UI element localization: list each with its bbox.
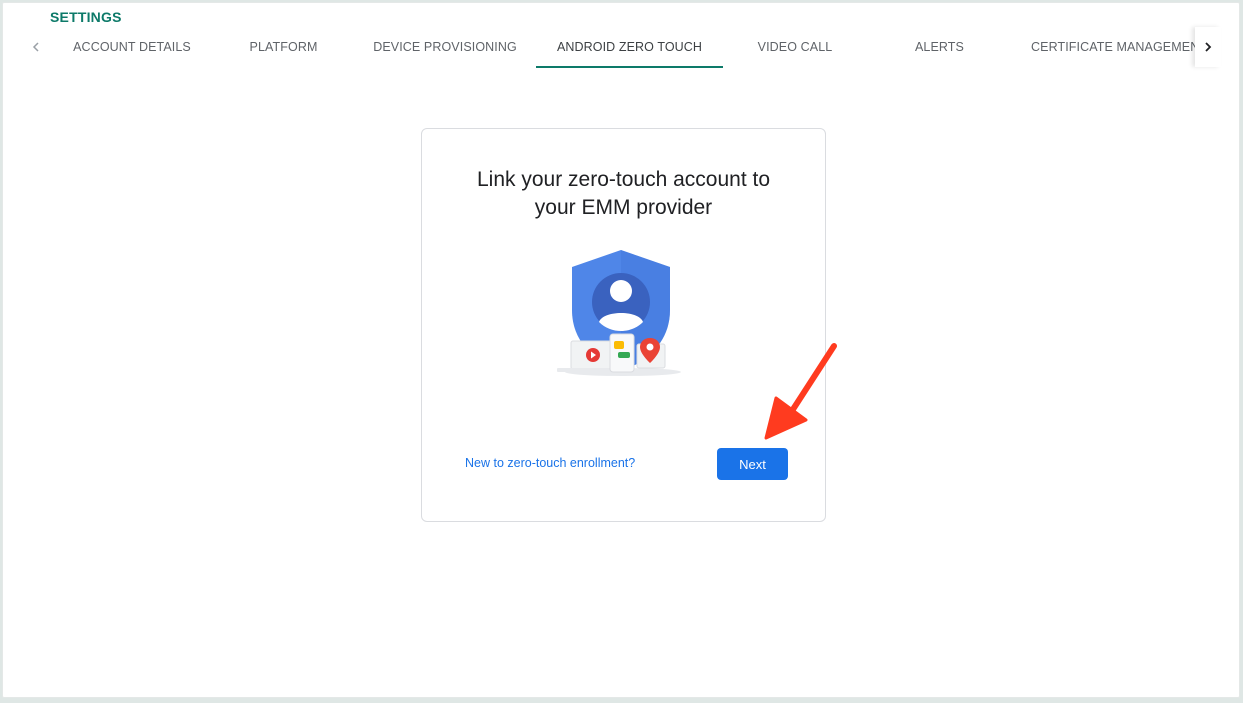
tab-alerts[interactable]: ALERTS — [867, 27, 1012, 67]
settings-page: SETTINGS ACCOUNT DETAILS PLATFORM DEVICE… — [2, 2, 1240, 698]
new-to-zero-touch-link[interactable]: New to zero-touch enrollment? — [465, 456, 635, 470]
tabs-scroll-left-button[interactable] — [23, 27, 49, 67]
shield-user-devices-illustration — [557, 250, 681, 376]
tab-device-provisioning[interactable]: DEVICE PROVISIONING — [354, 27, 536, 67]
settings-tabs: ACCOUNT DETAILS PLATFORM DEVICE PROVISIO… — [3, 27, 1239, 71]
tab-platform[interactable]: PLATFORM — [213, 27, 354, 67]
tab-android-zero-touch[interactable]: ANDROID ZERO TOUCH — [536, 27, 723, 67]
tab-certificate-management[interactable]: CERTIFICATE MANAGEMENT — [1031, 27, 1195, 67]
tabs-viewport: ACCOUNT DETAILS PLATFORM DEVICE PROVISIO… — [51, 27, 1195, 71]
card-title-line-2: your EMM provider — [534, 196, 713, 219]
tab-video-call[interactable]: VIDEO CALL — [723, 27, 867, 67]
chevron-right-icon — [1205, 42, 1212, 52]
card-title-line-1: Link your zero-touch account to — [477, 168, 770, 191]
tab-account-details[interactable]: ACCOUNT DETAILS — [51, 27, 213, 67]
card-title: Link your zero-touch account to your EMM… — [422, 166, 825, 222]
page-title: SETTINGS — [50, 9, 122, 25]
chevron-left-icon — [32, 42, 39, 52]
active-tab-indicator — [536, 66, 723, 68]
tabs-scroll-right-button[interactable] — [1195, 27, 1221, 67]
next-button[interactable]: Next — [717, 448, 788, 480]
zero-touch-link-card: Link your zero-touch account to your EMM… — [421, 128, 826, 522]
